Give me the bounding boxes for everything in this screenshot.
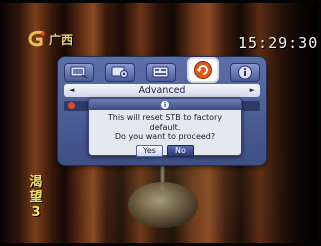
dialog-message-line: This will reset STB to factory default. — [107, 113, 223, 132]
pendulum-bob — [128, 182, 198, 228]
caption-char: 3 — [31, 205, 41, 220]
dialog-message: This will reset STB to factory default. … — [89, 113, 241, 142]
tv-settings-icon[interactable] — [64, 62, 94, 82]
caption-char: 渴 — [29, 175, 43, 190]
factory-reset-dialog: i This will reset STB to factory default… — [88, 98, 242, 157]
info-icon: i — [161, 100, 169, 109]
caption-char: 望 — [29, 190, 43, 205]
submenu-label: Advanced — [138, 85, 186, 96]
tv-screen: 广西 15:29:30 渴 望 3 ◄ Advanced ► i This wi… — [0, 0, 321, 246]
clock-display: 15:29:30 — [238, 34, 319, 52]
system-settings-icon[interactable] — [105, 62, 135, 82]
dialog-message-line: Do you want to proceed? — [114, 132, 216, 141]
dialog-header: i — [89, 99, 241, 110]
right-arrow-icon[interactable]: ► — [250, 84, 255, 97]
channel-logo: 广西 — [27, 30, 73, 48]
program-caption: 渴 望 3 — [28, 175, 44, 220]
info-icon[interactable] — [230, 62, 260, 82]
no-button[interactable]: No — [167, 144, 194, 157]
menu-icon-bar — [64, 57, 260, 83]
yes-button[interactable]: Yes — [136, 144, 163, 157]
dialog-buttons: Yes No — [89, 144, 241, 157]
row-marker-icon — [68, 102, 75, 109]
factory-reset-icon[interactable] — [187, 57, 219, 83]
channel-logo-text: 广西 — [49, 32, 74, 47]
submenu-selector[interactable]: ◄ Advanced ► — [64, 84, 260, 97]
left-arrow-icon[interactable]: ◄ — [69, 84, 74, 97]
channel-logo-icon — [27, 30, 47, 48]
program-guide-icon[interactable] — [146, 62, 176, 82]
